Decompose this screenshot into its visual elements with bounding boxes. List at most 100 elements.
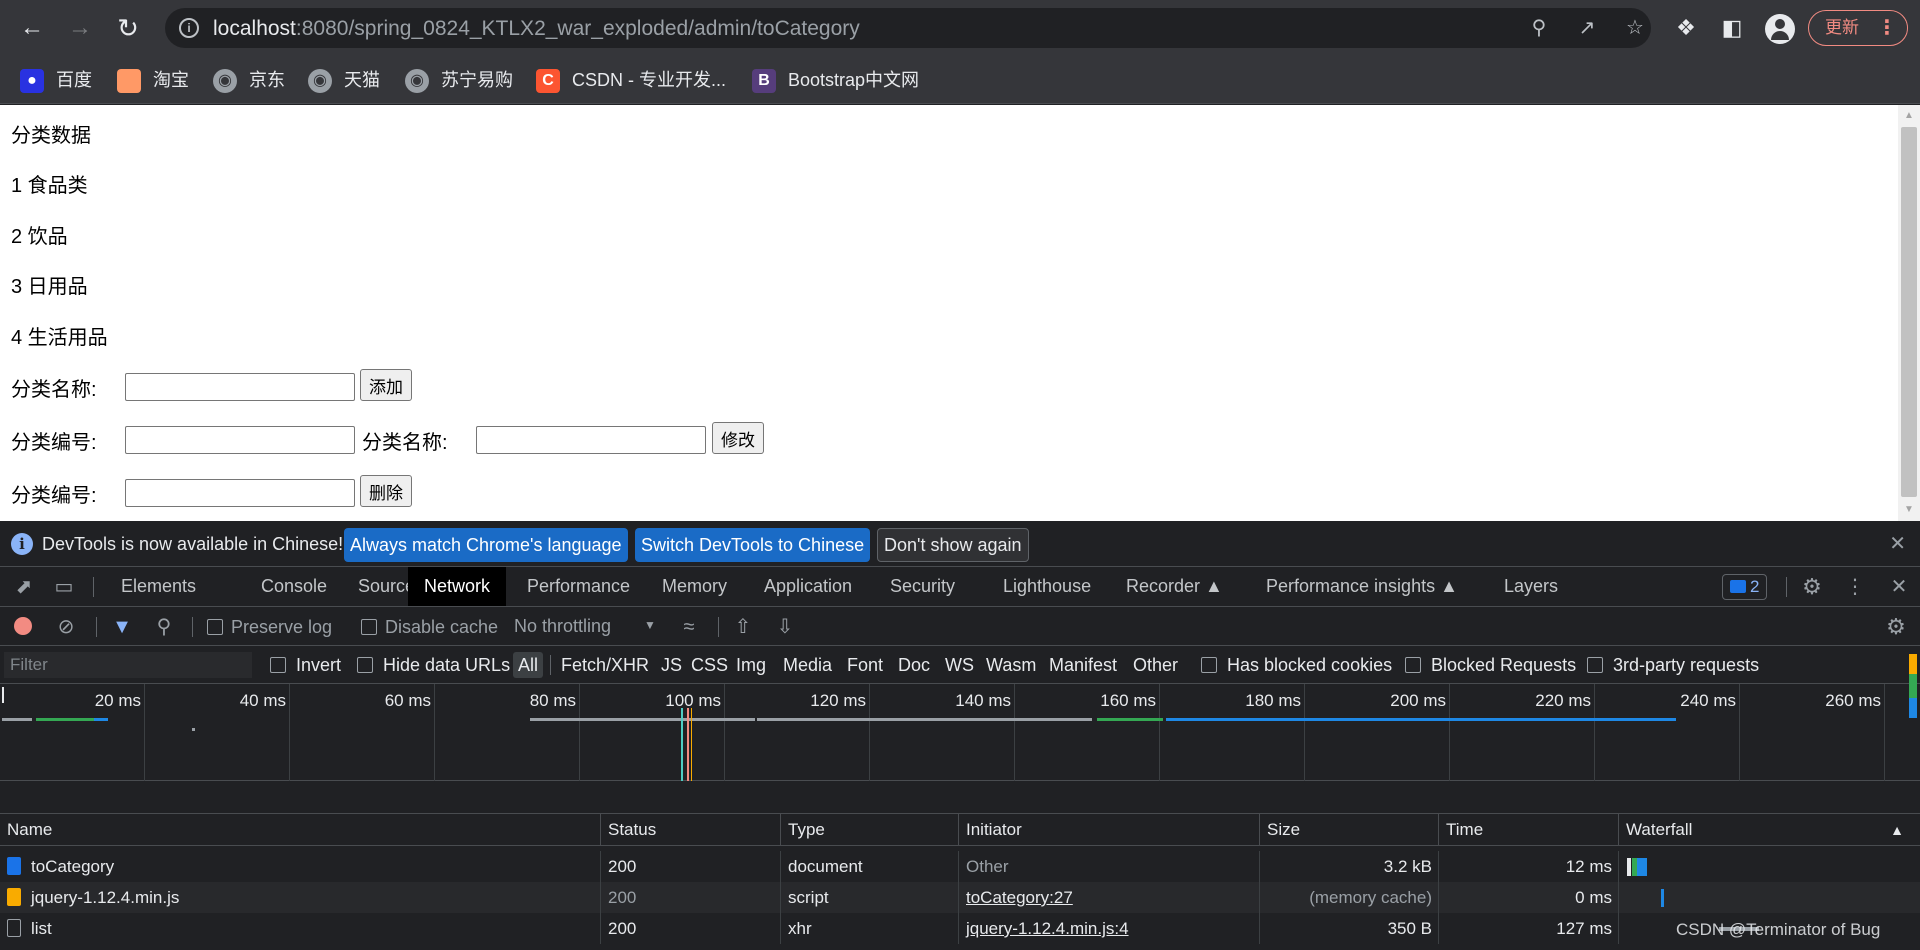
tab-recorder[interactable]: Recorder ▲: [1110, 567, 1239, 606]
filter-type-manifest[interactable]: Manifest: [1049, 652, 1117, 678]
modify-button[interactable]: 修改: [712, 422, 764, 454]
clear-icon[interactable]: ⊘: [54, 615, 78, 639]
add-button[interactable]: 添加: [360, 369, 412, 401]
import-har-icon[interactable]: ⇧: [731, 615, 755, 639]
has-blocked-cookies-checkbox[interactable]: Has blocked cookies: [1201, 655, 1392, 675]
hide-data-urls-checkbox[interactable]: Hide data URLs: [357, 655, 510, 675]
close-devtools-icon[interactable]: ✕: [1887, 575, 1911, 599]
bookmark-tmall[interactable]: ◉ 天猫: [308, 66, 380, 94]
filter-type-all[interactable]: All: [513, 652, 544, 678]
request-initiator-link[interactable]: jquery-1.12.4.min.js:4: [959, 913, 1260, 944]
reload-icon[interactable]: ↻: [112, 12, 144, 44]
tab-application[interactable]: Application: [748, 567, 868, 606]
column-header-status[interactable]: Status: [601, 814, 781, 846]
forward-icon[interactable]: →: [64, 12, 96, 44]
share-icon[interactable]: ↗: [1575, 16, 1599, 40]
filter-type-font[interactable]: Font: [847, 652, 883, 678]
zoom-icon[interactable]: ⚲: [1527, 16, 1551, 40]
edit-category-name-input[interactable]: [476, 426, 706, 454]
throttling-select[interactable]: No throttling ▼: [514, 616, 656, 637]
delete-category-id-input[interactable]: [125, 479, 355, 507]
network-settings-gear-icon[interactable]: ⚙: [1884, 615, 1908, 639]
column-header-size[interactable]: Size: [1260, 814, 1439, 846]
page-scrollbar[interactable]: ▲ ▼: [1898, 105, 1920, 521]
search-icon[interactable]: ⚲: [152, 615, 176, 639]
column-header-initiator[interactable]: Initiator: [959, 814, 1260, 846]
sort-ascending-icon[interactable]: ▲: [1890, 814, 1904, 846]
table-row[interactable]: jquery-1.12.4.min.js 200 script toCatego…: [0, 882, 1920, 913]
tab-performance-insights[interactable]: Performance insights ▲: [1250, 567, 1474, 606]
table-row[interactable]: toCategory 200 document Other 3.2 kB 12 …: [0, 851, 1920, 882]
third-party-requests-checkbox[interactable]: 3rd-party requests: [1587, 655, 1759, 675]
scrollbar-thumb[interactable]: [1901, 127, 1917, 497]
filter-type-other[interactable]: Other: [1133, 652, 1178, 678]
invert-checkbox[interactable]: Invert: [270, 655, 341, 675]
side-panel-icon[interactable]: ◧: [1718, 14, 1746, 42]
experiment-flask-icon: ▲: [1440, 576, 1458, 596]
network-conditions-wifi-icon[interactable]: ≈: [677, 615, 701, 639]
bookmark-baidu[interactable]: ● 百度: [20, 66, 92, 94]
filter-type-ws[interactable]: WS: [945, 652, 974, 678]
tab-console[interactable]: Console: [245, 567, 343, 606]
tab-network[interactable]: Network: [408, 567, 507, 606]
bookmark-csdn[interactable]: C CSDN - 专业开发...: [536, 66, 726, 94]
tab-layers[interactable]: Layers: [1488, 567, 1574, 606]
issues-badge[interactable]: 2: [1722, 574, 1768, 600]
scroll-down-icon[interactable]: ▼: [1903, 503, 1915, 517]
bookmark-bootstrap[interactable]: B Bootstrap中文网: [752, 66, 919, 94]
record-icon[interactable]: [14, 617, 32, 635]
tab-elements[interactable]: Elements: [105, 567, 212, 606]
tab-memory[interactable]: Memory: [646, 567, 743, 606]
tab-performance[interactable]: Performance: [511, 567, 646, 606]
column-header-waterfall[interactable]: Waterfall ▲: [1619, 814, 1920, 846]
column-header-type[interactable]: Type: [781, 814, 959, 846]
inspect-element-icon[interactable]: ⬈: [12, 575, 36, 599]
filter-type-js[interactable]: JS: [661, 652, 682, 678]
match-language-button[interactable]: Always match Chrome's language: [344, 528, 628, 562]
table-row[interactable]: list 200 xhr jquery-1.12.4.min.js:4 350 …: [0, 913, 1920, 944]
request-status: 200: [601, 913, 781, 944]
bookmark-star-icon[interactable]: ☆: [1623, 16, 1647, 40]
filter-type-doc[interactable]: Doc: [898, 652, 930, 678]
url-text[interactable]: localhost:8080/spring_0824_KTLX2_war_exp…: [213, 17, 860, 41]
bookmark-jd[interactable]: ◉ 京东: [213, 66, 285, 94]
blocked-requests-checkbox[interactable]: Blocked Requests: [1405, 655, 1576, 675]
edit-category-id-input[interactable]: [125, 426, 355, 454]
bookmark-suning[interactable]: ◉ 苏宁易购: [405, 66, 513, 94]
switch-chinese-button[interactable]: Switch DevTools to Chinese: [635, 528, 871, 562]
disable-cache-checkbox[interactable]: Disable cache: [361, 617, 498, 637]
export-har-icon[interactable]: ⇩: [773, 615, 797, 639]
scroll-up-icon[interactable]: ▲: [1903, 109, 1915, 123]
request-initiator-link[interactable]: toCategory:27: [959, 882, 1260, 913]
filter-funnel-icon[interactable]: ▼: [110, 615, 134, 639]
script-icon: [7, 888, 21, 906]
device-toolbar-icon[interactable]: ▭: [52, 575, 76, 599]
extensions-puzzle-icon[interactable]: ❖: [1672, 14, 1700, 42]
close-icon[interactable]: ✕: [1889, 531, 1906, 556]
filter-type-css[interactable]: CSS: [691, 652, 728, 678]
column-header-time[interactable]: Time: [1439, 814, 1619, 846]
filter-type-fetch-xhr[interactable]: Fetch/XHR: [561, 652, 649, 678]
filter-type-wasm[interactable]: Wasm: [986, 652, 1036, 678]
filter-type-img[interactable]: Img: [736, 652, 766, 678]
site-info-icon[interactable]: i: [179, 18, 199, 38]
tab-lighthouse[interactable]: Lighthouse: [987, 567, 1107, 606]
filter-type-media[interactable]: Media: [783, 652, 832, 678]
profile-avatar[interactable]: [1765, 14, 1795, 44]
address-bar[interactable]: i localhost:8080/spring_0824_KTLX2_war_e…: [165, 8, 1651, 48]
network-overview-timeline[interactable]: 20 ms 40 ms 60 ms 80 ms 100 ms 120 ms 14…: [0, 684, 1920, 781]
column-header-name[interactable]: Name: [0, 814, 601, 846]
add-category-name-input[interactable]: [125, 373, 355, 401]
filter-input[interactable]: Filter: [4, 652, 252, 678]
more-options-icon[interactable]: ⋮: [1843, 575, 1867, 599]
update-button[interactable]: 更新 ⋮: [1808, 10, 1908, 46]
back-icon[interactable]: ←: [16, 12, 48, 44]
tab-security[interactable]: Security: [874, 567, 971, 606]
timeline-tick-label: 240 ms: [1680, 691, 1736, 710]
bookmark-taobao[interactable]: 淘宝: [117, 66, 189, 94]
menu-dots-icon[interactable]: ⋮: [1877, 11, 1897, 45]
dont-show-again-button[interactable]: Don't show again: [877, 528, 1029, 562]
delete-button[interactable]: 删除: [360, 475, 412, 507]
settings-gear-icon[interactable]: ⚙: [1800, 575, 1824, 599]
preserve-log-checkbox[interactable]: Preserve log: [207, 617, 332, 637]
